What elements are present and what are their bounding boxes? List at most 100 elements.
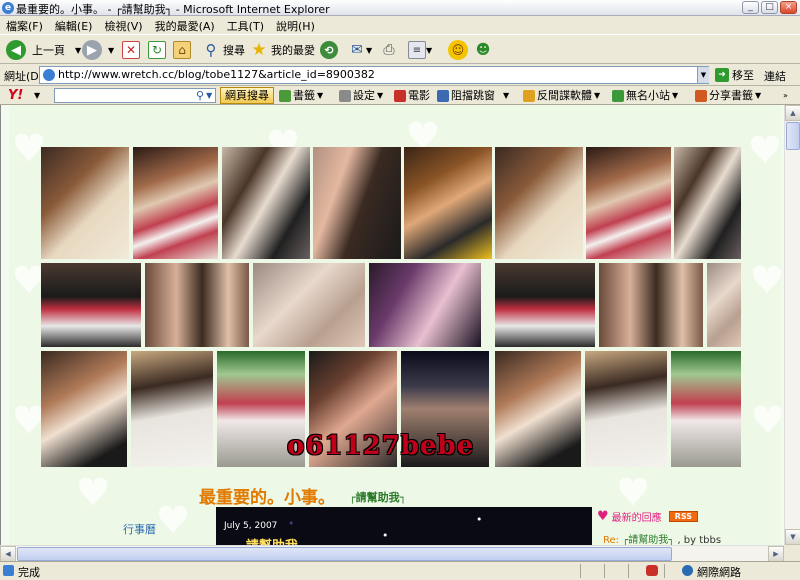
page-favicon-icon (43, 69, 55, 81)
zone-text: 網際網路 (697, 566, 741, 579)
collage-photo (131, 351, 213, 467)
menu-edit[interactable]: 編輯(E) (49, 16, 99, 34)
favorites-label: 我的最愛 (271, 44, 315, 57)
go-button[interactable]: ➜ 移至 (715, 65, 754, 85)
recent-reply-item[interactable]: Re: ┌請幫助我┐ , by tbbs (603, 531, 721, 545)
collage-photo (599, 263, 703, 347)
yahoo-menu-dropdown-icon[interactable]: ▼ (34, 88, 40, 103)
history-button[interactable]: ⟲ (320, 39, 338, 61)
share-icon (695, 89, 707, 102)
forward-button[interactable]: ▶ ▼ (82, 39, 114, 61)
yahoo-bookmarks-label: 書籤 (293, 89, 315, 102)
menu-file[interactable]: 檔案(F) (0, 16, 49, 34)
stop-button[interactable]: ✕ (122, 39, 140, 61)
scroll-right-icon[interactable]: ▶ (768, 546, 784, 562)
home-button[interactable]: ⌂ (173, 39, 191, 61)
recent-replies-label: 最新的回應 (611, 513, 662, 524)
vertical-scrollbar[interactable]: ▲ ▼ (784, 105, 800, 545)
menu-help[interactable]: 說明(H) (270, 16, 321, 34)
page-done-icon (3, 565, 14, 576)
post-body: July 5, 2007 ┌請幫助我┐ (216, 507, 592, 545)
yahoo-settings-label: 設定 (353, 89, 375, 102)
mail-button[interactable]: ✉ ▼ (348, 39, 372, 61)
forward-dropdown-icon[interactable]: ▼ (108, 46, 114, 55)
popup-blocker-icon (437, 89, 449, 102)
menu-view[interactable]: 檢視(V) (98, 16, 148, 34)
reply-title: ┌請幫助我┐ (622, 535, 675, 545)
collage-photo (41, 147, 129, 259)
search-label: 搜尋 (223, 44, 245, 57)
mail-icon: ✉ (351, 42, 363, 58)
vertical-scroll-thumb[interactable] (786, 122, 800, 150)
back-button[interactable]: ◀ 上一頁 ▼ (6, 39, 81, 61)
print-button[interactable]: ⎙ (380, 39, 398, 61)
collage-banner-text: o61127bebe (287, 431, 475, 461)
settings-icon (339, 89, 351, 102)
yahoo-toolbar: Y! ▼ ⚲ ▼ 網頁搜尋 書籤 ▼ 設定 ▼ 電影 阻擋跳窗 ▼ 反間諜軟體 ▼ 無名小… (0, 86, 800, 105)
yahoo-bookmarks-button[interactable]: 書籤 ▼ (279, 88, 323, 103)
scroll-left-icon[interactable]: ◀ (0, 546, 16, 562)
popup-blocked-icon[interactable] (646, 565, 658, 576)
yahoo-share-button[interactable]: 分享書籤 ▼ (695, 88, 761, 103)
refresh-button[interactable]: ↻ (148, 39, 166, 61)
yahoo-antispyware-button[interactable]: 反間諜軟體 ▼ (523, 88, 600, 103)
yahoo-web-search-button[interactable]: 網頁搜尋 (220, 87, 274, 104)
post-category-tag[interactable]: ┌請幫助我┐ (349, 489, 406, 505)
back-dropdown-icon[interactable]: ▼ (75, 46, 81, 55)
yahoo-wretch-button[interactable]: 無名小站 ▼ (612, 88, 678, 103)
address-url: http://www.wretch.cc/blog/tobe1127&artic… (58, 68, 375, 81)
recent-replies-header: ♥ 最新的回應 RSS (597, 509, 698, 524)
collage-photo (145, 263, 249, 347)
horizontal-scrollbar[interactable]: ◀ ▶ (0, 545, 784, 562)
menu-bar: 檔案(F) 編輯(E) 檢視(V) 我的最愛(A) 工具(T) 說明(H) (0, 16, 800, 34)
maximize-button[interactable]: □ (761, 1, 778, 14)
horizontal-scroll-thumb[interactable] (17, 547, 672, 561)
yahoo-movies-label: 電影 (408, 89, 430, 102)
search-button[interactable]: ⚲ 搜尋 (202, 39, 246, 61)
yahoo-logo[interactable]: Y! (8, 88, 23, 103)
collage-photo (495, 263, 595, 347)
collage-photo (41, 351, 127, 467)
collage-photo (671, 351, 741, 467)
links-label[interactable]: 連結 (764, 68, 786, 84)
scroll-up-icon[interactable]: ▲ (785, 105, 800, 121)
messenger-emoji-button[interactable]: ☺ (448, 39, 468, 61)
close-button[interactable]: × (780, 1, 797, 14)
edit-button[interactable]: ≡ ▼ (408, 39, 432, 61)
scroll-down-icon[interactable]: ▼ (785, 529, 800, 545)
minimize-button[interactable]: _ (742, 1, 759, 14)
yahoo-settings-button[interactable]: 設定 ▼ (339, 88, 383, 103)
mail-dropdown-icon[interactable]: ▼ (366, 46, 372, 55)
favorites-button[interactable]: ★ 我的最愛 (250, 39, 315, 61)
post-title[interactable]: 最重要的。小事。 (199, 483, 335, 508)
messenger-buddy-icon: ☻ (475, 42, 491, 58)
status-text: 完成 (18, 566, 40, 579)
go-arrow-icon: ➜ (715, 68, 729, 82)
yahoo-more-icon[interactable]: » (783, 88, 788, 103)
edit-page-icon: ≡ (408, 41, 426, 59)
address-input[interactable]: http://www.wretch.cc/blog/tobe1127&artic… (39, 66, 709, 84)
edit-dropdown-icon[interactable]: ▼ (426, 46, 432, 55)
heart-icon: ♥ (597, 509, 609, 524)
yahoo-share-label: 分享書籤 (709, 89, 753, 102)
collage-photo (674, 147, 741, 259)
rss-badge[interactable]: RSS (668, 511, 698, 522)
search-icon: ⚲ (205, 41, 217, 59)
home-icon: ⌂ (173, 41, 191, 59)
bookmark-icon (279, 89, 291, 102)
forward-arrow-icon: ▶ (82, 40, 102, 60)
yahoo-search-input[interactable] (54, 88, 216, 103)
address-dropdown-icon[interactable]: ▼ (697, 67, 709, 83)
messenger-button[interactable]: ☻ (474, 39, 492, 61)
star-icon: ★ (251, 40, 267, 60)
back-label: 上一頁 (32, 44, 65, 57)
menu-favorites[interactable]: 我的最愛(A) (149, 16, 221, 34)
post-heading: ┌請幫助我┐ (238, 535, 306, 545)
internet-zone-icon (682, 565, 693, 576)
photo-collage: o61127bebe (41, 147, 741, 467)
yahoo-popup-blocker-button[interactable]: 阻擋跳窗 ▼ (437, 88, 509, 103)
calendar-label: 行事曆 (123, 523, 156, 536)
menu-tools[interactable]: 工具(T) (221, 16, 270, 34)
stop-icon: ✕ (122, 41, 140, 59)
yahoo-movies-button[interactable]: 電影 (394, 88, 430, 103)
